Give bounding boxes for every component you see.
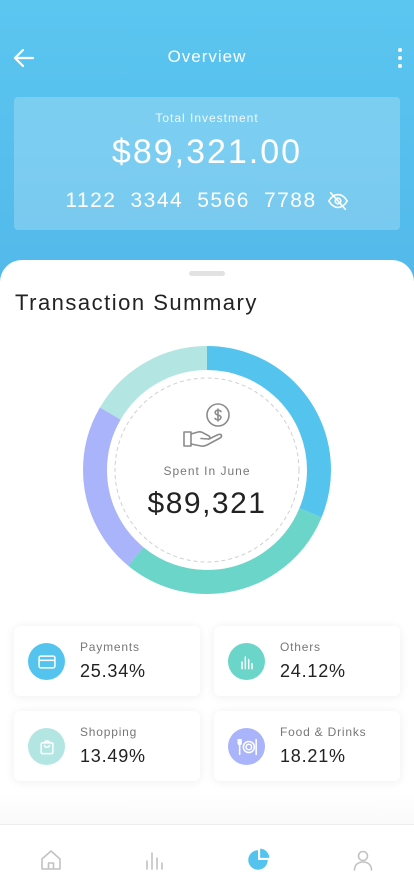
stat-icon-bg [28,728,65,765]
stat-icon-bg [28,643,65,680]
page-title: Overview [167,47,247,66]
card-group: 7788 [263,189,317,212]
stat-icon-bg [228,728,265,765]
donut-center: Spent In June $89,321 [82,345,332,595]
spent-label: Spent In June [163,464,251,478]
home-icon [41,850,61,870]
card-number: 1122 3344 5566 7788 [14,189,400,213]
plate-cutlery-icon [237,738,257,755]
stat-name: Food & Drinks [280,725,367,739]
tab-profile[interactable] [350,847,376,873]
stat-name: Others [280,640,321,654]
credit-card-icon [37,654,56,669]
stat-value: 24.12% [280,661,346,681]
more-options-button[interactable] [392,44,408,72]
tab-home[interactable] [38,847,64,873]
bottom-shade [0,790,414,824]
investment-amount: $89,321.00 [111,133,303,171]
stat-card-food-drinks[interactable]: Food & Drinks 18.21% [214,711,400,781]
bar-chart-icon [146,852,163,870]
tab-summary[interactable] [245,847,271,873]
pie-chart-icon [248,848,270,870]
stat-card-shopping[interactable]: Shopping 13.49% [14,711,200,781]
stat-name: Shopping [80,725,138,739]
spent-value: $89,321 [147,487,267,520]
stat-value: 13.49% [80,746,146,766]
stat-card-others[interactable]: Others 24.12% [214,626,400,696]
card-group: 1122 [65,189,117,212]
sheet-drag-handle[interactable] [189,271,225,276]
hand-coin-icon [183,403,230,447]
bar-chart-icon [240,655,253,669]
stat-value: 18.21% [280,746,346,766]
user-icon [353,850,373,871]
card-group: 5566 [197,189,250,212]
eye-off-icon[interactable] [327,190,349,212]
stat-card-payments[interactable]: Payments 25.34% [14,626,200,696]
investment-label: Total Investment [155,111,259,125]
bottom-tab-bar [0,824,414,896]
stat-value: 25.34% [80,661,146,681]
stat-name: Payments [80,640,140,654]
card-group: 3344 [130,189,184,212]
donut-chart: Spent In June $89,321 [82,345,332,595]
total-investment-card: Total Investment $89,321.00 1122 3344 55… [14,97,400,230]
app-header: Overview [0,36,414,80]
shopping-bag-icon [39,739,54,754]
stat-icon-bg [228,643,265,680]
tab-stats[interactable] [141,847,167,873]
more-vertical-icon [398,48,402,52]
section-title: Transaction Summary [15,290,258,315]
